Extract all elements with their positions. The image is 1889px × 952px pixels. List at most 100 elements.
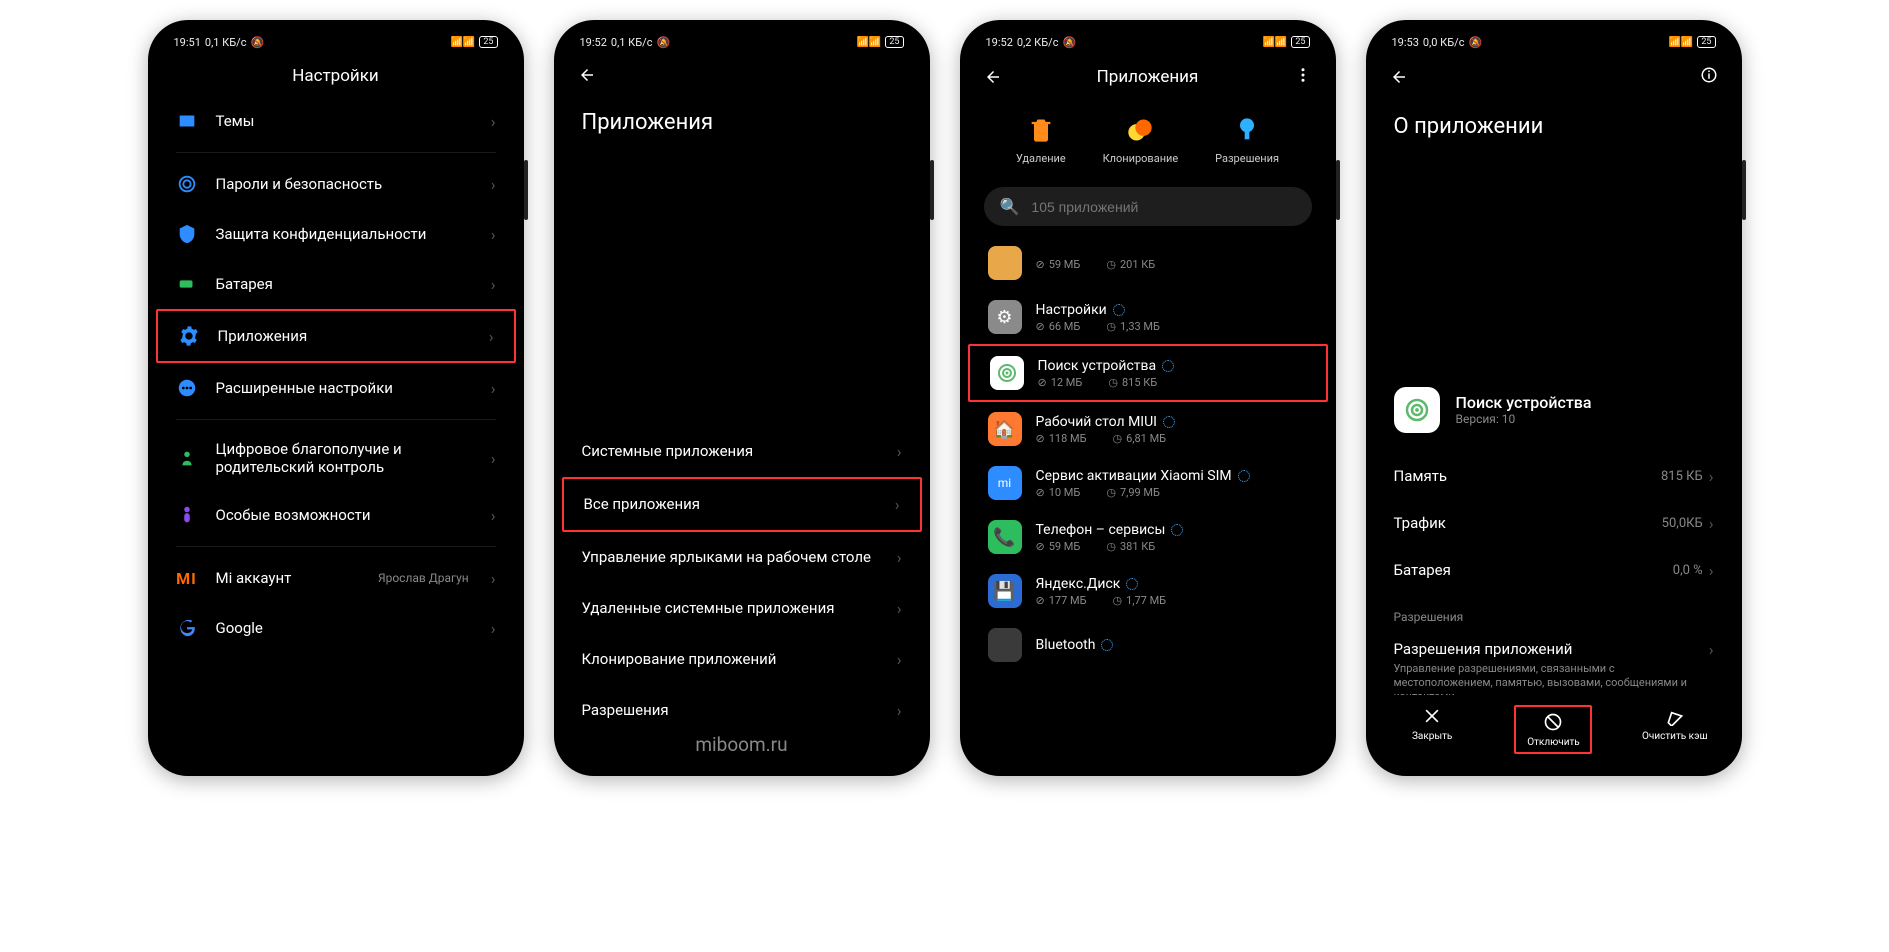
app-icon: [1394, 387, 1440, 433]
app-name-text: Яндекс.Диск: [1036, 576, 1121, 592]
info-button[interactable]: [1700, 66, 1718, 88]
phone-app-detail: 19:53 0,0 КБ/с 🔕 📶📶 25 О приложении Поис…: [1366, 20, 1742, 776]
status-speed: 0,2 КБ/с: [1017, 36, 1059, 49]
app-row-bluetooth[interactable]: Bluetooth: [968, 618, 1328, 672]
app-row-settings[interactable]: ⚙ Настройки ⊘ 66 МБ ◷ 1,33 МБ: [968, 290, 1328, 344]
row-themes[interactable]: Темы ›: [156, 96, 516, 146]
chip-permissions[interactable]: Разрешения: [1215, 116, 1279, 165]
more-button[interactable]: [1294, 66, 1312, 88]
row-system-apps[interactable]: Системные приложения ›: [562, 426, 922, 477]
header: [562, 56, 922, 94]
action-clear-cache[interactable]: Очистить кэш: [1640, 705, 1710, 754]
row-traffic[interactable]: Трафик 50,0КБ ›: [1374, 500, 1734, 547]
app-row-yandex-disk[interactable]: 💾 Яндекс.Диск ⊘ 177 МБ ◷ 1,77 МБ: [968, 564, 1328, 618]
row-value: Ярослав Драгун: [378, 571, 469, 585]
chevron-right-icon: ›: [489, 327, 494, 346]
row-label: Расширенные настройки: [216, 379, 473, 397]
row-deleted-apps[interactable]: Удаленные системные приложения ›: [562, 583, 922, 634]
back-button[interactable]: [578, 66, 596, 84]
chip-delete[interactable]: Удаление: [1016, 116, 1066, 165]
status-bar: 19:51 0,1 КБ/с 🔕 📶📶 25: [156, 28, 516, 56]
apps-icon: [178, 325, 200, 347]
mute-icon: 🔕: [656, 36, 670, 49]
row-battery[interactable]: Батарея 0,0 % ›: [1374, 547, 1734, 594]
search-icon: 🔍: [1000, 197, 1020, 216]
row-value: 815 КБ: [1661, 469, 1703, 484]
close-icon: [1421, 705, 1443, 727]
row-all-apps[interactable]: Все приложения ›: [562, 477, 922, 532]
clock-icon: ◷ 201 КБ: [1106, 258, 1155, 271]
themes-icon: [176, 110, 198, 132]
app-icon: ⚙: [988, 300, 1022, 334]
sync-icon: [1163, 416, 1175, 428]
signal-icon: 📶📶: [450, 37, 475, 48]
search-box[interactable]: 🔍: [984, 187, 1312, 226]
row-label: Все приложения: [584, 495, 877, 513]
app-row[interactable]: ⊘ 59 МБ ◷ 201 КБ: [968, 236, 1328, 290]
phone-settings: 19:51 0,1 КБ/с 🔕 📶📶 25 Настройки Темы › …: [148, 20, 524, 776]
chevron-right-icon: ›: [491, 175, 496, 194]
phone-apps-menu: 19:52 0,1 КБ/с 🔕 📶📶 25 Приложения Систем…: [554, 20, 930, 776]
back-button[interactable]: [1390, 68, 1408, 86]
mute-icon: 🔕: [1468, 36, 1482, 49]
chevron-right-icon: ›: [491, 112, 496, 131]
chevron-right-icon: ›: [1709, 467, 1714, 486]
row-memory[interactable]: Память 815 КБ ›: [1374, 453, 1734, 500]
clear-cache-icon: [1664, 705, 1686, 727]
perm-title: Разрешения приложений: [1394, 640, 1709, 658]
chip-clone[interactable]: Клонирование: [1103, 116, 1179, 165]
row-google[interactable]: Google ›: [156, 603, 516, 653]
page-title: О приложении: [1374, 114, 1734, 367]
row-label: Mi аккаунт: [216, 569, 360, 587]
row-permissions[interactable]: Разрешения ›: [562, 685, 922, 722]
section-permissions: Разрешения: [1374, 594, 1734, 630]
row-accessibility[interactable]: Особые возможности ›: [156, 490, 516, 540]
status-time: 19:52: [580, 36, 607, 49]
app-row-find-device[interactable]: Поиск устройства ⊘ 12 МБ ◷ 815 КБ: [968, 344, 1328, 402]
detail-list: Память 815 КБ › Трафик 50,0КБ › Батарея …: [1374, 453, 1734, 696]
back-button[interactable]: [984, 68, 1002, 86]
row-apps[interactable]: Приложения ›: [156, 309, 516, 363]
app-name-text: Сервис активации Xiaomi SIM: [1036, 468, 1232, 484]
row-advanced[interactable]: Расширенные настройки ›: [156, 363, 516, 413]
row-battery[interactable]: Батарея ›: [156, 259, 516, 309]
sync-icon: [1238, 470, 1250, 482]
app-row-sim-activation[interactable]: mi Сервис активации Xiaomi SIM ⊘ 10 МБ ◷…: [968, 456, 1328, 510]
row-label: Приложения: [218, 327, 471, 345]
shield-icon: [176, 223, 198, 245]
app-name-text: Bluetooth: [1036, 637, 1096, 653]
row-wellbeing[interactable]: Цифровое благополучие и родительский кон…: [156, 426, 516, 490]
signal-icon: 📶📶: [1668, 37, 1693, 48]
perm-desc: Управление разрешениями, связанными с ме…: [1394, 662, 1709, 696]
row-label: Темы: [216, 112, 473, 130]
battery-icon: 25: [885, 36, 903, 48]
row-mi-account[interactable]: MI Mi аккаунт Ярослав Драгун ›: [156, 553, 516, 603]
row-label: Память: [1394, 467, 1661, 485]
apps-menu-list: Системные приложения › Все приложения › …: [562, 426, 922, 722]
row-shortcuts[interactable]: Управление ярлыками на рабочем столе ›: [562, 532, 922, 583]
app-row-phone-services[interactable]: 📞 Телефон – сервисы ⊘ 59 МБ ◷ 381 КБ: [968, 510, 1328, 564]
app-list: ⊘ 59 МБ ◷ 201 КБ ⚙ Настройки ⊘ 66 МБ ◷ 1…: [968, 236, 1328, 768]
row-clone-apps[interactable]: Клонирование приложений ›: [562, 634, 922, 685]
chevron-right-icon: ›: [491, 275, 496, 294]
row-label: Удаленные системные приложения: [582, 599, 879, 617]
settings-list: Темы › Пароли и безопасность › Защита ко…: [156, 96, 516, 768]
row-label: Батарея: [216, 275, 473, 293]
action-label: Закрыть: [1412, 731, 1452, 742]
screen-apps-menu: 19:52 0,1 КБ/с 🔕 📶📶 25 Приложения Систем…: [562, 28, 922, 768]
status-bar: 19:52 0,2 КБ/с 🔕 📶📶 25: [968, 28, 1328, 56]
app-name: Поиск устройства: [1456, 393, 1592, 412]
permissions-icon: [1233, 116, 1261, 144]
app-row-miui-home[interactable]: 🏠 Рабочий стол MIUI ⊘ 118 МБ ◷ 6,81 МБ: [968, 402, 1328, 456]
row-label: Разрешения: [582, 701, 879, 719]
trash-icon: [1027, 116, 1055, 144]
row-passwords[interactable]: Пароли и безопасность ›: [156, 159, 516, 209]
action-close[interactable]: Закрыть: [1397, 705, 1467, 754]
row-app-permissions[interactable]: Разрешения приложений Управление разреше…: [1374, 630, 1734, 696]
row-label: Google: [216, 619, 473, 637]
action-disable[interactable]: Отключить: [1514, 705, 1592, 754]
chip-label: Удаление: [1016, 152, 1066, 165]
clone-icon: [1126, 116, 1154, 144]
row-privacy[interactable]: Защита конфиденциальности ›: [156, 209, 516, 259]
search-input[interactable]: [1029, 198, 1295, 216]
